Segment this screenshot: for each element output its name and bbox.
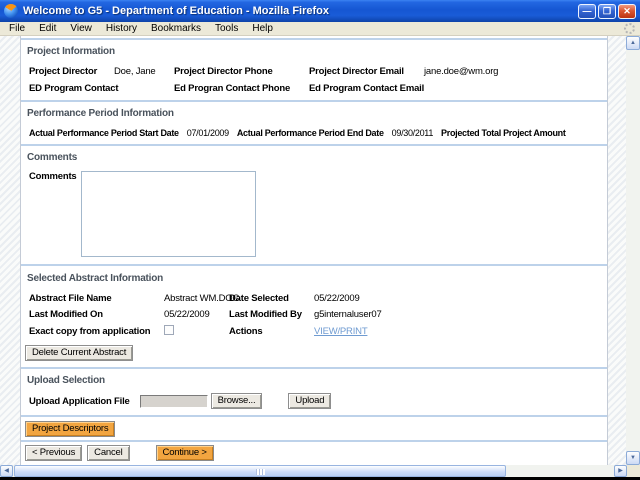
section-separator	[21, 38, 607, 40]
abstract-file-name-label: Abstract File Name	[29, 293, 112, 304]
project-info-title: Project Information	[27, 46, 115, 57]
menu-file[interactable]: File	[2, 22, 32, 35]
exact-copy-label: Exact copy from application	[29, 326, 151, 337]
cancel-button[interactable]: Cancel	[87, 445, 130, 461]
title-bar: Welcome to G5 - Department of Education …	[0, 0, 640, 22]
end-date-label: Actual Performance Period End Date	[236, 128, 384, 138]
close-button[interactable]: ✕	[618, 3, 636, 19]
abstract-file-name-value: Abstract WM.DOC	[164, 293, 240, 304]
start-date-value: 07/01/2009	[186, 128, 229, 138]
scroll-left-icon[interactable]: ◀	[0, 465, 13, 477]
scroll-right-icon[interactable]: ▶	[614, 465, 627, 477]
ed-program-contact-label: ED Program Contact	[29, 83, 119, 94]
project-info-grid: Project Director Doe, Jane Project Direc…	[29, 66, 607, 95]
comments-title: Comments	[27, 152, 78, 163]
section-separator	[21, 415, 607, 417]
menu-help[interactable]: Help	[245, 22, 280, 35]
section-separator	[21, 367, 607, 369]
performance-period-row: Actual Performance Period Start Date 07/…	[29, 127, 607, 139]
menu-edit[interactable]: Edit	[32, 22, 63, 35]
upload-button[interactable]: Upload	[288, 393, 332, 409]
throbber-icon	[624, 23, 635, 34]
previous-button[interactable]: < Previous	[25, 445, 83, 461]
firefox-icon	[4, 4, 18, 18]
section-separator	[21, 144, 607, 146]
comments-textarea[interactable]	[81, 171, 256, 257]
menu-bar: File Edit View History Bookmarks Tools H…	[0, 22, 640, 36]
date-selected-label: Date Selected	[229, 293, 289, 304]
abstract-title: Selected Abstract Information	[27, 273, 164, 284]
project-director-value: Doe, Jane	[114, 66, 156, 77]
delete-current-abstract-button[interactable]: Delete Current Abstract	[25, 345, 134, 361]
total-amount-label: Projected Total Project Amount	[441, 128, 566, 138]
project-director-label: Project Director	[29, 66, 98, 77]
firefox-window: Welcome to G5 - Department of Education …	[0, 0, 640, 480]
upload-file-input[interactable]	[139, 394, 208, 408]
upload-row: Upload Application File Browse... Upload	[29, 393, 607, 409]
upload-application-file-label: Upload Application File	[29, 395, 130, 407]
date-selected-value: 05/22/2009	[314, 293, 360, 304]
last-modified-by-value: g5internaluser07	[314, 309, 382, 320]
horizontal-scrollbar[interactable]: ◀ ▶	[0, 465, 640, 477]
start-date-label: Actual Performance Period Start Date	[29, 128, 179, 138]
section-separator	[21, 100, 607, 102]
exact-copy-checkbox[interactable]	[164, 325, 174, 335]
vertical-scrollbar[interactable]: ▲ ▼	[626, 36, 640, 465]
maximize-button[interactable]: ❐	[598, 3, 616, 19]
last-modified-by-label: Last Modified By	[229, 309, 302, 320]
minimize-button[interactable]: —	[578, 3, 596, 19]
menu-tools[interactable]: Tools	[208, 22, 245, 35]
actions-label: Actions	[229, 326, 263, 337]
continue-button[interactable]: Continue >	[155, 445, 214, 461]
project-descriptors-button[interactable]: Project Descriptors	[25, 421, 116, 437]
horizontal-scroll-thumb[interactable]	[14, 465, 506, 477]
scroll-up-icon[interactable]: ▲	[626, 36, 640, 50]
menu-bookmarks[interactable]: Bookmarks	[144, 22, 208, 35]
scrollbar-corner	[627, 465, 640, 477]
scroll-down-icon[interactable]: ▼	[626, 451, 640, 465]
upload-selection-title: Upload Selection	[27, 375, 105, 386]
browse-button[interactable]: Browse...	[210, 393, 263, 409]
footer-buttons: < Previous Cancel Continue >	[25, 445, 607, 461]
project-director-email-value: jane.doe@wm.org	[424, 66, 499, 77]
project-director-email-label: Project Director Email	[309, 66, 404, 77]
page-content: Project Information Project Director Doe…	[20, 36, 608, 465]
ed-program-contact-phone-label: Ed Progran Contact Phone	[174, 83, 291, 94]
project-director-phone-label: Project Director Phone	[174, 66, 273, 77]
menu-view[interactable]: View	[63, 22, 99, 35]
comments-label: Comments	[29, 171, 77, 182]
last-modified-on-value: 05/22/2009	[164, 309, 210, 320]
abstract-grid: Abstract File Name Abstract WM.DOC Date …	[29, 293, 607, 339]
end-date-value: 09/30/2011	[391, 128, 434, 138]
comments-row: Comments	[29, 171, 607, 257]
page-background: Project Information Project Director Doe…	[0, 36, 626, 465]
menu-history[interactable]: History	[99, 22, 144, 35]
window-title: Welcome to G5 - Department of Education …	[23, 5, 329, 17]
section-separator	[21, 440, 607, 442]
ed-program-contact-email-label: Ed Program Contact Email	[309, 83, 425, 94]
performance-period-title: Performance Period Information	[27, 108, 174, 119]
last-modified-on-label: Last Modified On	[29, 309, 103, 320]
section-separator	[21, 264, 607, 266]
view-print-link[interactable]: VIEW/PRINT	[314, 326, 368, 337]
